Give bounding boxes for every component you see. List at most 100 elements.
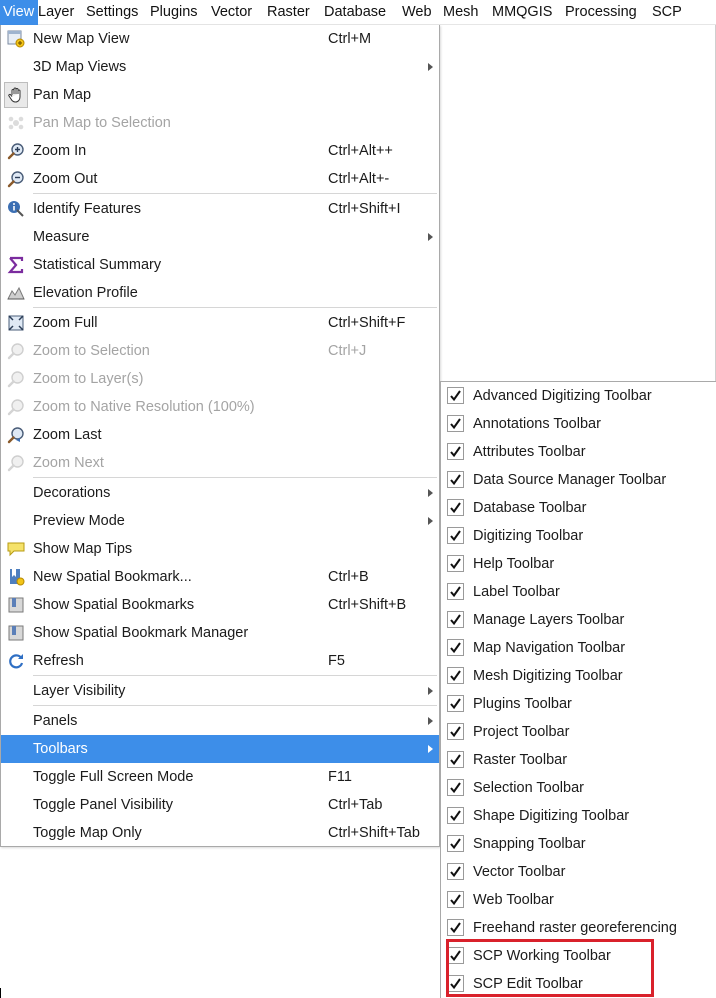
menu-processing[interactable]: Processing	[565, 0, 652, 25]
checkbox[interactable]	[447, 387, 464, 404]
checkbox[interactable]	[447, 863, 464, 880]
menu-settings[interactable]: Settings	[86, 0, 150, 25]
menu-view[interactable]: View	[0, 0, 38, 25]
checkbox[interactable]	[447, 779, 464, 796]
toolbar-toggle-item[interactable]: Selection Toolbar	[441, 774, 716, 802]
checkbox[interactable]	[447, 639, 464, 656]
toolbar-toggle-item[interactable]: Raster Toolbar	[441, 746, 716, 774]
menu-item-toolbars[interactable]: Toolbars	[1, 735, 439, 763]
menu-item-label: Zoom Full	[33, 315, 98, 331]
menu-raster[interactable]: Raster	[267, 0, 324, 25]
menu-item-refresh[interactable]: Refresh F5	[1, 647, 439, 675]
new-map-view-icon	[7, 30, 25, 48]
identify-icon	[8, 201, 24, 217]
menu-item-zoom-out[interactable]: Zoom Out Ctrl+Alt+-	[1, 165, 439, 193]
menu-item-toggle-full-screen[interactable]: Toggle Full Screen Mode F11	[1, 763, 439, 791]
toolbar-toggle-label: Selection Toolbar	[473, 780, 584, 796]
toolbar-toggle-item[interactable]: Data Source Manager Toolbar	[441, 466, 716, 494]
menu-item-zoom-next: Zoom Next	[1, 449, 439, 477]
menu-item-panels[interactable]: Panels	[1, 707, 439, 735]
toolbar-toggle-item[interactable]: Plugins Toolbar	[441, 690, 716, 718]
menu-item-preview-mode[interactable]: Preview Mode	[1, 507, 439, 535]
menu-vector[interactable]: Vector	[211, 0, 267, 25]
menu-item-label: Zoom In	[33, 143, 87, 159]
checkbox[interactable]	[447, 807, 464, 824]
checkbox[interactable]	[447, 723, 464, 740]
menu-item-toggle-map-only[interactable]: Toggle Map Only Ctrl+Shift+Tab	[1, 819, 439, 847]
menu-item-label: Zoom Next	[33, 455, 104, 471]
menu-item-show-spatial-bookmarks[interactable]: Show Spatial Bookmarks Ctrl+Shift+B	[1, 591, 439, 619]
checkbox[interactable]	[447, 527, 464, 544]
checkmark-icon	[450, 810, 461, 822]
menu-item-elevation-profile[interactable]: Elevation Profile	[1, 279, 439, 307]
menu-item-zoom-last[interactable]: Zoom Last	[1, 421, 439, 449]
checkbox[interactable]	[447, 499, 464, 516]
checkmark-icon	[450, 390, 461, 402]
toolbar-toggle-item[interactable]: Map Navigation Toolbar	[441, 634, 716, 662]
toolbar-toggle-label: SCP Working Toolbar	[473, 948, 611, 964]
menu-item-zoom-full[interactable]: Zoom Full Ctrl+Shift+F	[1, 309, 439, 337]
menu-item-identify-features[interactable]: Identify Features Ctrl+Shift+I	[1, 195, 439, 223]
zoom-to-selection-icon	[7, 343, 24, 360]
checkbox[interactable]	[447, 975, 464, 992]
checkmark-icon	[450, 502, 461, 514]
menu-item-zoom-in[interactable]: Zoom In Ctrl+Alt++	[1, 137, 439, 165]
toolbar-toggle-item[interactable]: SCP Edit Toolbar	[441, 970, 716, 998]
toolbar-toggle-item[interactable]: Digitizing Toolbar	[441, 522, 716, 550]
menu-database[interactable]: Database	[324, 0, 402, 25]
toolbar-toggle-item[interactable]: Vector Toolbar	[441, 858, 716, 886]
toolbar-toggle-label: Data Source Manager Toolbar	[473, 472, 667, 488]
menu-item-toggle-panel-visibility[interactable]: Toggle Panel Visibility Ctrl+Tab	[1, 791, 439, 819]
menu-item-label: Refresh	[33, 653, 84, 669]
menu-item-decorations[interactable]: Decorations	[1, 479, 439, 507]
checkbox[interactable]	[447, 415, 464, 432]
checkbox[interactable]	[447, 891, 464, 908]
menu-item-measure[interactable]: Measure	[1, 223, 439, 251]
toolbar-toggle-item[interactable]: Help Toolbar	[441, 550, 716, 578]
toolbar-toggle-item[interactable]: Advanced Digitizing Toolbar	[441, 382, 716, 410]
toolbar-toggle-item[interactable]: Snapping Toolbar	[441, 830, 716, 858]
toolbar-toggle-item[interactable]: Mesh Digitizing Toolbar	[441, 662, 716, 690]
menu-item-zoom-native-resolution: Zoom to Native Resolution (100%)	[1, 393, 439, 421]
menu-item-label: Show Spatial Bookmark Manager	[33, 625, 249, 641]
checkbox[interactable]	[447, 443, 464, 460]
menu-item-new-spatial-bookmark[interactable]: New Spatial Bookmark... Ctrl+B	[1, 563, 439, 591]
menu-item-statistical-summary[interactable]: Statistical Summary	[1, 251, 439, 279]
checkbox[interactable]	[447, 947, 464, 964]
checkbox[interactable]	[447, 611, 464, 628]
menu-scp[interactable]: SCP	[652, 0, 686, 25]
pan-hand-icon	[8, 87, 21, 103]
toolbar-toggle-item[interactable]: Project Toolbar	[441, 718, 716, 746]
menu-mmqgis[interactable]: MMQGIS	[492, 0, 565, 25]
toolbar-toggle-item[interactable]: Database Toolbar	[441, 494, 716, 522]
toolbar-toggle-item[interactable]: Label Toolbar	[441, 578, 716, 606]
toolbar-toggle-item[interactable]: Freehand raster georeferencing	[441, 914, 716, 942]
toolbar-toggle-item[interactable]: Manage Layers Toolbar	[441, 606, 716, 634]
toolbar-toggle-item[interactable]: Web Toolbar	[441, 886, 716, 914]
menu-item-new-map-view[interactable]: New Map View Ctrl+M	[1, 25, 439, 53]
toolbar-toggle-label: Project Toolbar	[473, 724, 570, 740]
menu-mesh[interactable]: Mesh	[443, 0, 492, 25]
menu-plugins[interactable]: Plugins	[150, 0, 211, 25]
toolbar-toggle-item[interactable]: SCP Working Toolbar	[441, 942, 716, 970]
checkbox[interactable]	[447, 471, 464, 488]
toolbar-toggle-item[interactable]: Annotations Toolbar	[441, 410, 716, 438]
checkbox[interactable]	[447, 695, 464, 712]
toolbar-toggle-item[interactable]: Attributes Toolbar	[441, 438, 716, 466]
checkbox[interactable]	[447, 555, 464, 572]
menu-item-pan-map[interactable]: Pan Map	[1, 81, 439, 109]
menu-web[interactable]: Web	[402, 0, 443, 25]
checkbox[interactable]	[447, 835, 464, 852]
menu-item-bookmark-manager[interactable]: Show Spatial Bookmark Manager	[1, 619, 439, 647]
menu-separator	[33, 477, 437, 478]
menu-item-show-map-tips[interactable]: Show Map Tips	[1, 535, 439, 563]
checkbox[interactable]	[447, 919, 464, 936]
checkmark-icon	[450, 670, 461, 682]
checkbox[interactable]	[447, 751, 464, 768]
menu-item-3d-map-views[interactable]: 3D Map Views	[1, 53, 439, 81]
toolbar-toggle-item[interactable]: Shape Digitizing Toolbar	[441, 802, 716, 830]
menu-item-layer-visibility[interactable]: Layer Visibility	[1, 677, 439, 705]
checkbox[interactable]	[447, 667, 464, 684]
menu-layer[interactable]: Layer	[38, 0, 86, 25]
checkbox[interactable]	[447, 583, 464, 600]
